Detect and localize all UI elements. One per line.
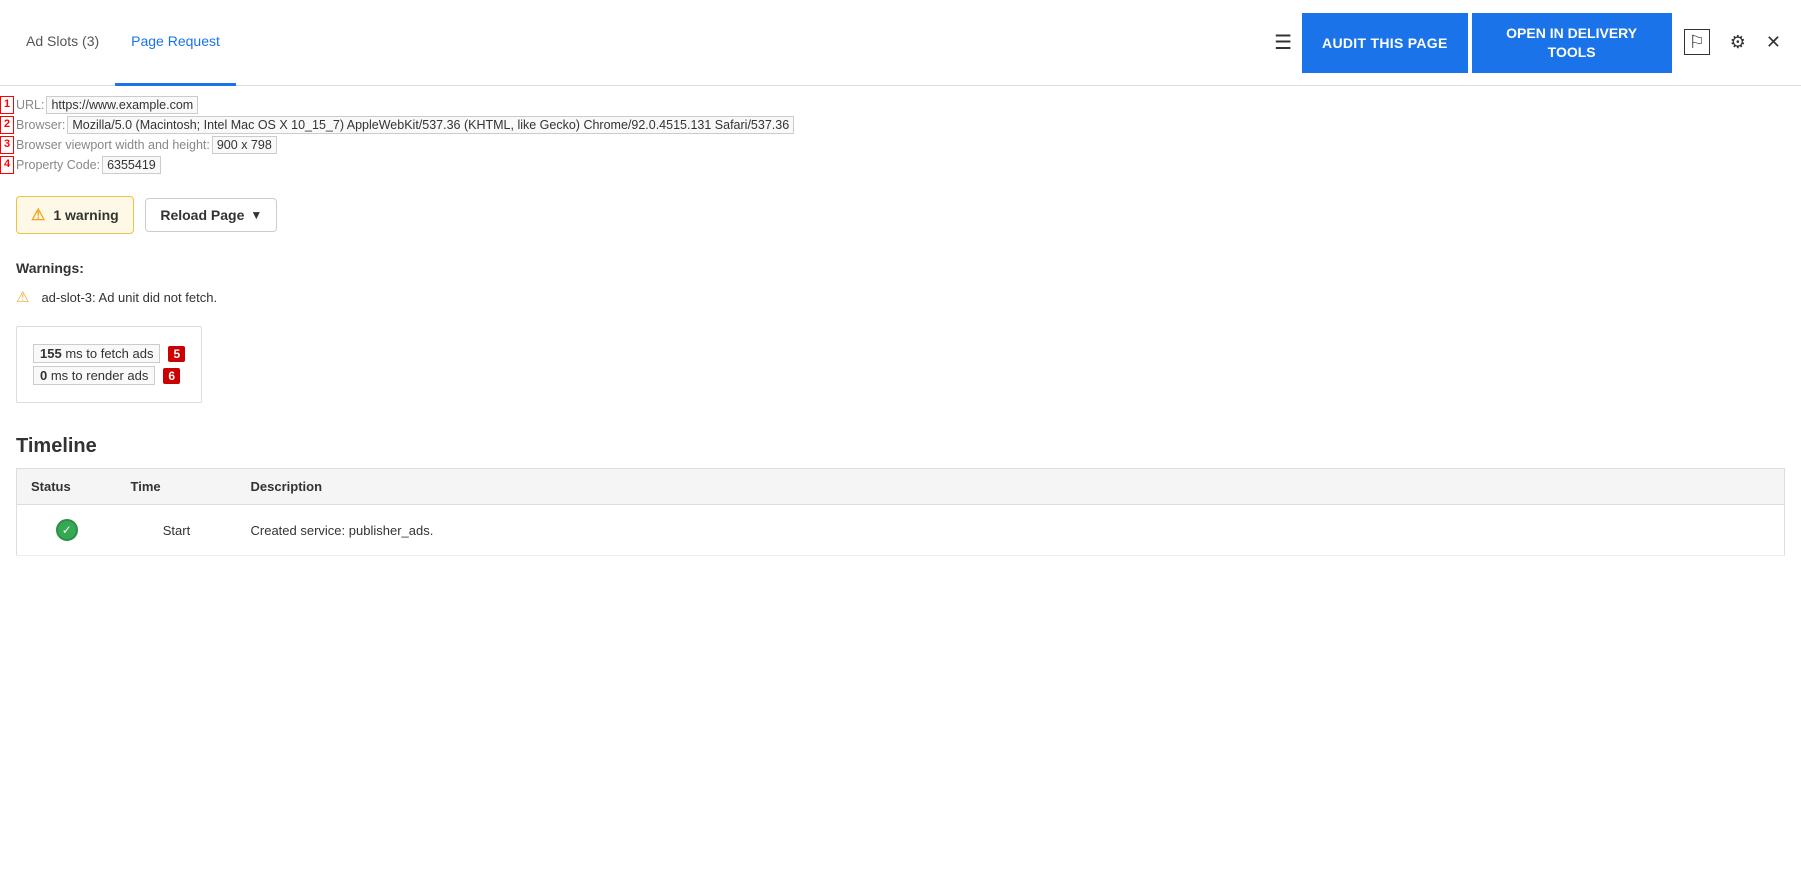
table-row: ✓ Start Created service: publisher_ads. (17, 505, 1785, 556)
timeline-title: Timeline (0, 419, 1801, 468)
fetch-badge: 5 (168, 346, 185, 362)
row-num-4: 4 (0, 156, 14, 173)
property-label: Property Code: (16, 158, 100, 172)
timeline-col-time: Time (117, 469, 237, 505)
browser-value: Mozilla/5.0 (Macintosh; Intel Mac OS X 1… (67, 116, 794, 134)
warnings-title: Warnings: (0, 244, 1801, 284)
timeline-col-description: Description (237, 469, 1785, 505)
feedback-icon: ⚐ (1684, 29, 1710, 55)
timeline-tbody: ✓ Start Created service: publisher_ads. (17, 505, 1785, 556)
warning-badge-icon: ⚠ (31, 205, 45, 225)
row-num-2: 2 (0, 116, 14, 133)
render-label: ms to render ads (47, 368, 148, 383)
tab-ad-slots-label: Ad Slots (3) (26, 33, 99, 49)
render-badge: 6 (163, 368, 180, 384)
metric-fetch-row: 155 ms to fetch ads 5 (33, 344, 185, 363)
timeline-status-cell: ✓ (17, 505, 117, 556)
tab-page-request-label: Page Request (131, 33, 220, 49)
hamburger-button[interactable]: ☰ (1266, 22, 1300, 63)
info-row-url: 1 URL: https://www.example.com (0, 96, 1801, 114)
hamburger-icon: ☰ (1274, 32, 1292, 54)
main-content: 1 URL: https://www.example.com 2 Browser… (0, 86, 1801, 556)
audit-button[interactable]: AUDIT THIS PAGE (1302, 13, 1468, 73)
viewport-label: Browser viewport width and height: (16, 138, 210, 152)
timeline-header-row: Status Time Description (17, 469, 1785, 505)
timeline-description-cell: Created service: publisher_ads. (237, 505, 1785, 556)
browser-label: Browser: (16, 118, 65, 132)
warning-badge-label: 1 warning (53, 207, 118, 223)
gear-icon: ⚙ (1730, 32, 1746, 52)
url-value: https://www.example.com (46, 96, 198, 114)
warning-badge: ⚠ 1 warning (16, 196, 134, 234)
fetch-ms-value: 155 (40, 346, 62, 361)
header: Ad Slots (3) Page Request ☰ AUDIT THIS P… (0, 0, 1801, 86)
render-metric-label: 0 ms to render ads (33, 366, 155, 385)
close-icon: ✕ (1766, 32, 1781, 52)
metrics-box: 155 ms to fetch ads 5 0 ms to render ads… (16, 326, 202, 403)
warning-item-0: ⚠ ad-slot-3: Ad unit did not fetch. (0, 284, 1801, 310)
row-num-3: 3 (0, 136, 14, 153)
tab-ad-slots[interactable]: Ad Slots (3) (10, 0, 115, 86)
property-value: 6355419 (102, 156, 161, 174)
timeline-table: Status Time Description ✓ Start Created … (16, 468, 1785, 556)
warning-section: ⚠ 1 warning Reload Page ▼ (0, 176, 1801, 244)
delivery-button[interactable]: OPEN IN DELIVERY TOOLS (1472, 13, 1672, 73)
page-info-section: 1 URL: https://www.example.com 2 Browser… (0, 86, 1801, 174)
timeline-time-cell: Start (117, 505, 237, 556)
reload-chevron-icon: ▼ (250, 208, 262, 222)
gear-button[interactable]: ⚙ (1720, 24, 1756, 61)
reload-page-label: Reload Page (160, 207, 244, 223)
url-label: URL: (16, 98, 44, 112)
tab-bar: Ad Slots (3) Page Request (10, 0, 236, 86)
timeline-col-status: Status (17, 469, 117, 505)
tab-page-request[interactable]: Page Request (115, 0, 236, 86)
fetch-label: ms to fetch ads (62, 346, 154, 361)
delivery-button-label: OPEN IN DELIVERY TOOLS (1506, 25, 1637, 59)
reload-page-button[interactable]: Reload Page ▼ (145, 198, 277, 232)
close-button[interactable]: ✕ (1756, 24, 1791, 61)
feedback-button[interactable]: ⚐ (1674, 24, 1720, 61)
warning-item-icon: ⚠ (16, 288, 29, 306)
status-success-icon: ✓ (56, 519, 78, 541)
metric-render-row: 0 ms to render ads 6 (33, 366, 185, 385)
info-row-browser: 2 Browser: Mozilla/5.0 (Macintosh; Intel… (0, 116, 1801, 134)
row-num-1: 1 (0, 96, 14, 113)
viewport-value: 900 x 798 (212, 136, 277, 154)
fetch-metric-label: 155 ms to fetch ads (33, 344, 160, 363)
info-row-viewport: 3 Browser viewport width and height: 900… (0, 136, 1801, 154)
timeline-thead: Status Time Description (17, 469, 1785, 505)
warning-item-text: ad-slot-3: Ad unit did not fetch. (41, 290, 217, 305)
info-row-property: 4 Property Code: 6355419 (0, 156, 1801, 174)
